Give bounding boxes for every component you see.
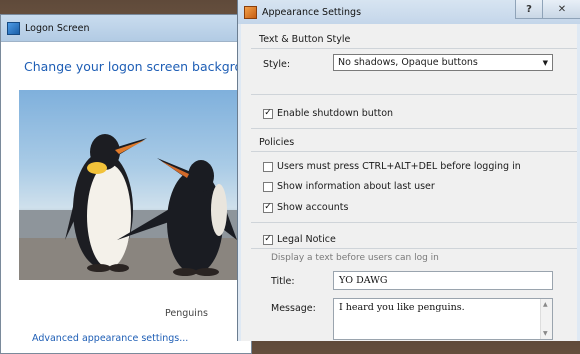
- legal-notice-label: Legal Notice: [277, 234, 336, 245]
- legal-message-value: I heard you like penguins.: [339, 302, 465, 313]
- enable-shutdown-option[interactable]: ✓ Enable shutdown button: [263, 108, 393, 119]
- legal-notice-option[interactable]: ✓ Legal Notice: [263, 234, 336, 245]
- style-label: Style:: [263, 59, 291, 70]
- appearance-settings-window: Appearance Settings ? ✕ Text & Button St…: [237, 0, 580, 341]
- message-label: Message:: [271, 303, 316, 314]
- policy-show-accounts-label: Show accounts: [277, 202, 349, 213]
- message-scrollbar[interactable]: ▲ ▼: [540, 299, 552, 339]
- legal-title-value: YO DAWG: [339, 275, 388, 286]
- background-preview-image[interactable]: [19, 90, 249, 280]
- policy-show-accounts-checkbox[interactable]: ✓: [263, 202, 273, 213]
- policy-show-accounts-option[interactable]: ✓ Show accounts: [263, 202, 348, 213]
- logon-window-title: Logon Screen: [25, 22, 90, 34]
- preview-caption: Penguins: [165, 308, 208, 319]
- style-dropdown[interactable]: No shadows, Opaque buttons ▼: [333, 54, 553, 71]
- penguins-illustration: [19, 134, 249, 280]
- scroll-up-icon[interactable]: ▲: [543, 301, 548, 308]
- logon-window-content: Change your logon screen background Peng…: [1, 42, 266, 353]
- appearance-settings-body: Text & Button Style Style: No shadows, O…: [241, 24, 577, 341]
- appearance-app-icon: [244, 5, 257, 19]
- section-divider: [251, 151, 577, 152]
- logon-window-titlebar[interactable]: Logon Screen: [1, 15, 251, 42]
- logon-screen-window: Logon Screen Change your logon screen ba…: [0, 14, 266, 354]
- policy-ctrl-alt-del-label: Users must press CTRL+ALT+DEL before log…: [277, 161, 521, 172]
- chevron-down-icon: ▼: [542, 59, 548, 67]
- policy-ctrl-alt-del-option[interactable]: Users must press CTRL+ALT+DEL before log…: [263, 161, 521, 172]
- appearance-window-title: Appearance Settings: [262, 6, 362, 18]
- scroll-down-icon[interactable]: ▼: [543, 330, 548, 337]
- enable-shutdown-label: Enable shutdown button: [277, 108, 394, 119]
- close-button[interactable]: ✕: [542, 0, 580, 19]
- help-button[interactable]: ?: [515, 0, 543, 19]
- section-divider: [251, 222, 577, 223]
- title-label: Title:: [271, 276, 295, 287]
- policy-ctrl-alt-del-checkbox[interactable]: [263, 161, 273, 172]
- section-divider: [251, 128, 577, 129]
- legal-title-input[interactable]: YO DAWG: [333, 271, 553, 290]
- style-dropdown-value: No shadows, Opaque buttons: [338, 57, 478, 68]
- section-divider: [251, 248, 577, 249]
- legal-notice-hint: Display a text before users can log in: [271, 253, 439, 263]
- section-divider: [251, 94, 577, 95]
- policy-last-user-option[interactable]: Show information about last user: [263, 181, 435, 192]
- legal-notice-checkbox[interactable]: ✓: [263, 234, 273, 245]
- text-button-style-heading: Text & Button Style: [259, 34, 351, 45]
- legal-message-textarea[interactable]: I heard you like penguins. ▲ ▼: [333, 298, 553, 340]
- page-heading: Change your logon screen background: [24, 59, 266, 74]
- section-divider: [251, 48, 577, 49]
- policy-last-user-label: Show information about last user: [277, 181, 435, 192]
- advanced-appearance-link[interactable]: Advanced appearance settings...: [32, 333, 188, 344]
- logon-app-icon: [7, 21, 20, 35]
- policies-heading: Policies: [259, 137, 295, 148]
- policy-last-user-checkbox[interactable]: [263, 181, 273, 192]
- enable-shutdown-checkbox[interactable]: ✓: [263, 108, 273, 119]
